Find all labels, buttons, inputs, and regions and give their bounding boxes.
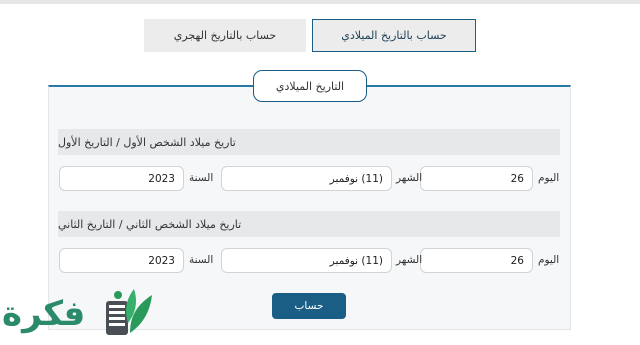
- first-month-label: الشهر: [396, 172, 423, 184]
- second-day-value: 26: [510, 254, 524, 267]
- second-date-section-title: تاريخ ميلاد الشخص الثاني / التاريخ الثان…: [58, 211, 560, 237]
- first-date-title-text: تاريخ ميلاد الشخص الأول / التاريخ الأول: [58, 135, 236, 149]
- second-day-label: اليوم: [538, 254, 560, 266]
- calculate-button-label: حساب: [294, 300, 324, 312]
- tab-hijri-label: حساب بالتاريخ الهجري: [173, 29, 277, 42]
- panel-legend: التاريخ الميلادي: [253, 70, 367, 102]
- logo-wordmark: فكرة: [2, 294, 86, 334]
- tab-gregorian-label: حساب بالتاريخ الميلادي: [341, 29, 447, 42]
- panel-legend-label: التاريخ الميلادي: [275, 79, 345, 93]
- second-day-field[interactable]: 26: [420, 248, 533, 273]
- second-year-label: السنة: [189, 254, 214, 266]
- calculate-button[interactable]: حساب: [272, 293, 346, 319]
- second-date-title-text: تاريخ ميلاد الشخص الثاني / التاريخ الثان…: [58, 217, 242, 231]
- book-leaf-icon: [106, 289, 152, 335]
- first-day-field[interactable]: 26: [420, 166, 533, 191]
- site-logo: فكرة: [0, 283, 160, 345]
- first-year-label: السنة: [189, 172, 214, 184]
- second-year-field[interactable]: 2023: [59, 248, 184, 273]
- second-year-value: 2023: [148, 254, 175, 267]
- tab-hijri-date[interactable]: حساب بالتاريخ الهجري: [144, 19, 306, 52]
- first-year-field[interactable]: 2023: [59, 166, 184, 191]
- first-date-section-title: تاريخ ميلاد الشخص الأول / التاريخ الأول: [58, 129, 560, 155]
- second-month-label: الشهر: [396, 254, 423, 266]
- top-divider: [0, 0, 640, 4]
- first-day-value: 26: [510, 172, 524, 185]
- tab-gregorian-date[interactable]: حساب بالتاريخ الميلادي: [312, 19, 476, 52]
- first-year-value: 2023: [148, 172, 175, 185]
- first-day-label: اليوم: [538, 172, 560, 184]
- second-month-select[interactable]: (11) نوفمبر: [221, 248, 392, 273]
- first-month-value: (11) نوفمبر: [329, 172, 383, 185]
- first-month-select[interactable]: (11) نوفمبر: [221, 166, 392, 191]
- second-month-value: (11) نوفمبر: [329, 254, 383, 267]
